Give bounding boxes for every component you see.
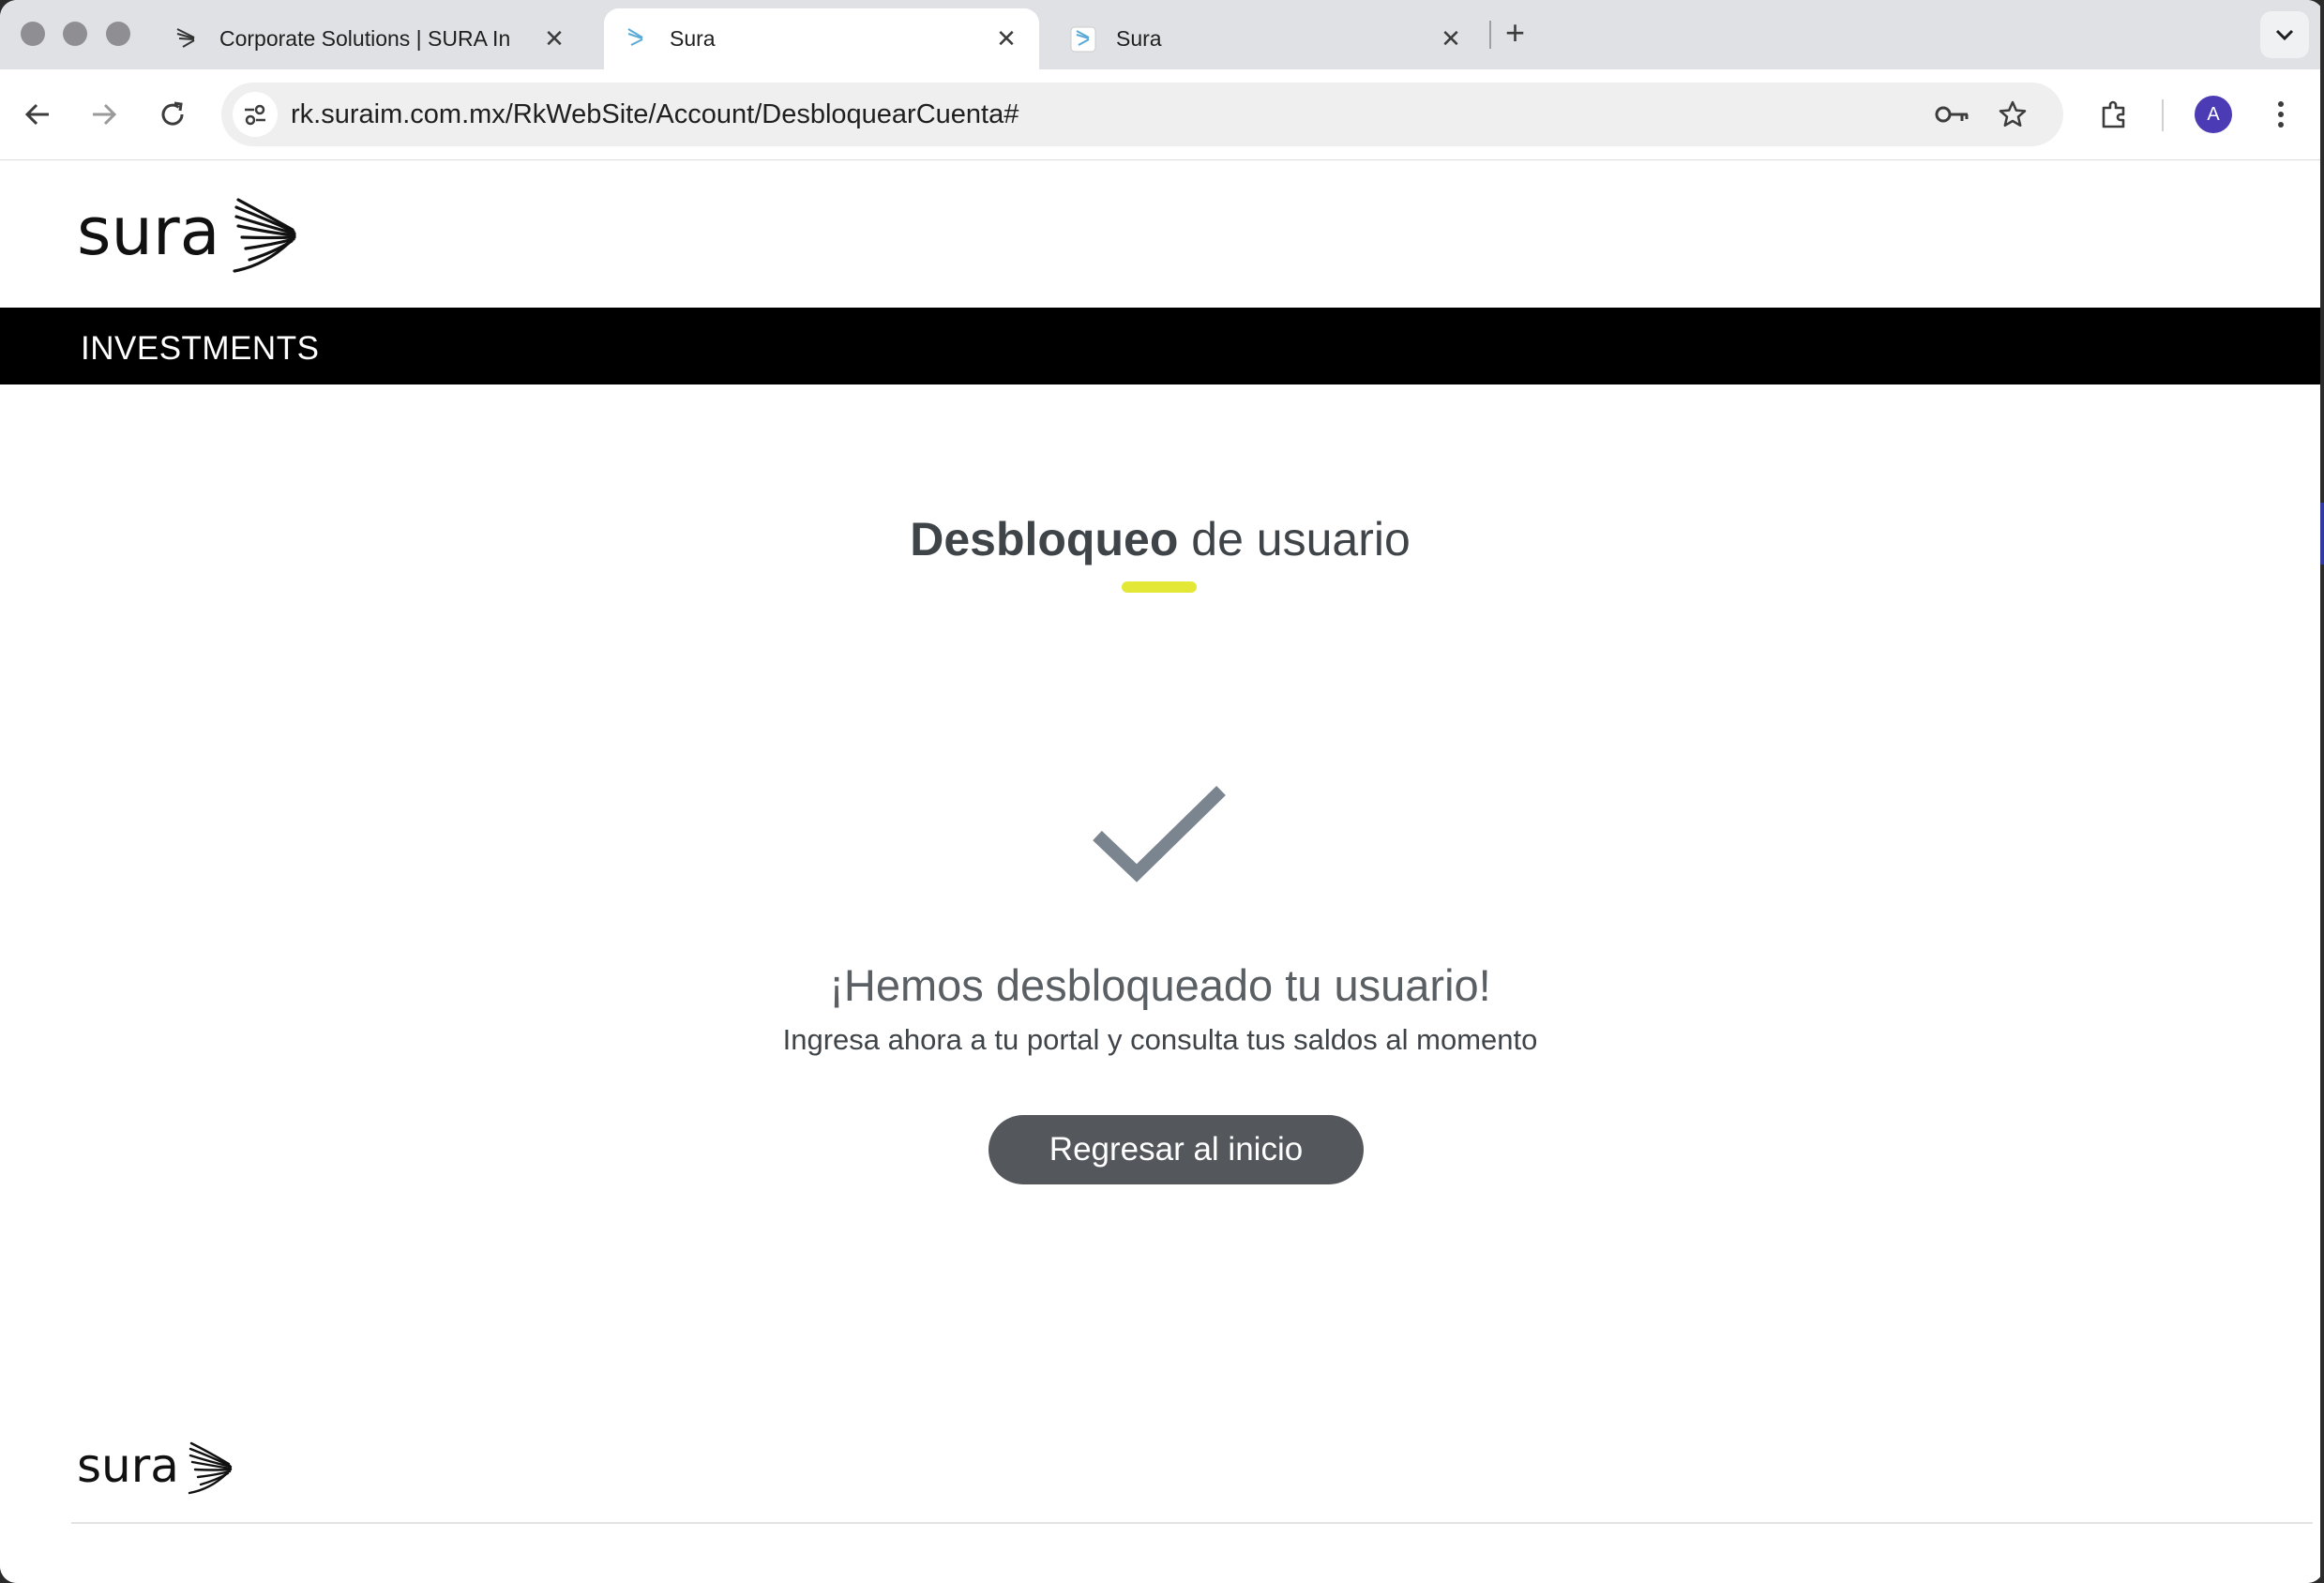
footer-divider — [71, 1522, 2313, 1524]
tab-close-icon[interactable]: ✕ — [538, 24, 570, 53]
tab-strip: Corporate Solutions | SURA In ✕ Sura ✕ S… — [0, 0, 2324, 69]
window-edge — [2320, 0, 2324, 1583]
sura-logo[interactable]: sura — [77, 193, 302, 285]
browser-menu-button[interactable] — [2262, 96, 2300, 133]
return-home-button[interactable]: Regresar al inicio — [988, 1115, 1364, 1184]
site-info-icon — [245, 104, 265, 126]
footer-logo-text: sura — [77, 1440, 179, 1493]
reload-icon — [161, 101, 184, 126]
reload-button[interactable] — [154, 96, 191, 133]
nav-bar: INVESTMENTS — [0, 308, 2320, 384]
window-minimize-light[interactable] — [63, 22, 87, 46]
tab-close-icon[interactable]: ✕ — [990, 24, 1022, 53]
sura-favicon-icon — [173, 25, 201, 53]
page-title: Desbloqueo de usuario — [0, 512, 2320, 566]
page-title-bold: Desbloqueo — [910, 513, 1179, 565]
back-icon — [24, 103, 49, 126]
forward-button[interactable] — [85, 96, 123, 133]
page-title-rest: de usuario — [1178, 513, 1411, 565]
browser-toolbar: rk.suraim.com.mx/RkWebSite/Account/Desbl… — [0, 69, 2324, 160]
tab-close-icon[interactable]: ✕ — [1435, 24, 1467, 53]
bookmark-star-button[interactable] — [1994, 96, 2031, 133]
tab-title: Sura — [670, 26, 716, 51]
background-window-edge — [2320, 503, 2324, 565]
nav-investments[interactable]: INVESTMENTS — [81, 330, 319, 368]
star-icon — [1999, 100, 2027, 128]
title-accent-underline — [1122, 581, 1197, 593]
success-subtitle: Ingresa ahora a tu portal y consulta tus… — [782, 1023, 1538, 1056]
browser-window: Corporate Solutions | SURA In ✕ Sura ✕ S… — [0, 0, 2324, 1583]
sura-favicon-icon — [1069, 25, 1097, 53]
url-text: rk.suraim.com.mx/RkWebSite/Account/Desbl… — [291, 99, 1019, 129]
profile-avatar[interactable]: A — [2195, 96, 2232, 133]
checkmark-icon — [1088, 770, 1230, 887]
tab-sura[interactable]: Sura ✕ — [1050, 8, 1484, 69]
tab-title: Corporate Solutions | SURA In — [219, 26, 511, 51]
web-page: sura INVESTMENTS Desbloqueo de usuario ¡… — [0, 160, 2320, 1583]
success-title: ¡Hemos desbloqueado tu usuario! — [829, 960, 1491, 1010]
extensions-button[interactable] — [2095, 96, 2133, 133]
logo-text: sura — [77, 196, 220, 270]
forward-icon — [93, 103, 117, 126]
extensions-icon — [2102, 100, 2125, 128]
new-tab-button[interactable]: + — [1505, 13, 1525, 53]
tab-corporate-solutions[interactable]: Corporate Solutions | SURA In ✕ — [154, 8, 587, 69]
tab-sura-active[interactable]: Sura ✕ — [604, 8, 1039, 69]
window-close-light[interactable] — [21, 22, 45, 46]
kebab-menu-icon — [2278, 101, 2284, 128]
tab-title: Sura — [1116, 26, 1162, 51]
password-key-button[interactable] — [1934, 96, 1971, 133]
chevron-down-icon — [2275, 29, 2294, 41]
window-zoom-light[interactable] — [106, 22, 130, 46]
footer-sura-logo[interactable]: sura — [77, 1439, 236, 1503]
tab-separator — [1489, 21, 1491, 49]
address-bar[interactable]: rk.suraim.com.mx/RkWebSite/Account/Desbl… — [221, 83, 2063, 146]
sura-favicon-icon — [623, 25, 651, 53]
toolbar-separator — [2162, 99, 2164, 131]
key-icon — [1935, 106, 1969, 123]
tab-search-button[interactable] — [2260, 11, 2309, 58]
site-info-button[interactable] — [233, 92, 278, 137]
back-button[interactable] — [19, 96, 56, 133]
